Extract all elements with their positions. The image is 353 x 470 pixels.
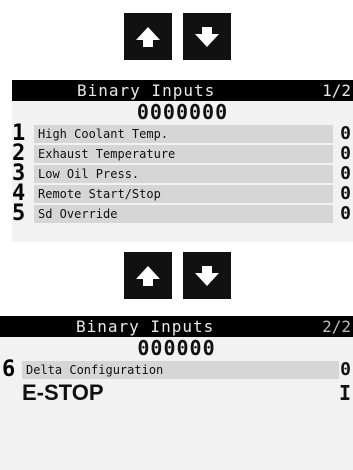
input-label: Sd Override — [34, 205, 333, 223]
input-label: Remote Start/Stop — [34, 185, 333, 203]
input-row: E-STOP I — [0, 380, 353, 406]
up-arrow-button[interactable] — [124, 252, 172, 299]
screen-header: Binary Inputs 1/2 — [12, 80, 353, 101]
binary-inputs-screen-2: Binary Inputs 2/2 000000 6 Delta Configu… — [0, 316, 353, 470]
input-row: 4 Remote Start/Stop 0 — [12, 183, 353, 205]
input-row: 6 Delta Configuration 0 — [0, 357, 353, 382]
up-arrow-button[interactable] — [124, 13, 172, 60]
input-state: 0 — [340, 143, 351, 164]
input-state: 0 — [340, 123, 351, 144]
input-state: 0 — [340, 163, 351, 184]
input-row: 5 Sd Override 0 — [12, 201, 353, 226]
input-row: 1 High Coolant Temp. 0 — [12, 123, 353, 145]
input-label: High Coolant Temp. — [34, 125, 333, 143]
input-label: Delta Configuration — [22, 361, 339, 379]
arrow-up-icon — [136, 26, 160, 47]
screen-header: Binary Inputs 2/2 — [0, 316, 353, 337]
input-row: 2 Exhaust Temperature 0 — [12, 143, 353, 165]
down-arrow-button[interactable] — [183, 13, 231, 60]
page-indicator: 2/2 — [322, 317, 351, 336]
input-row: 3 Low Oil Press. 0 — [12, 163, 353, 185]
down-arrow-button[interactable] — [183, 252, 231, 299]
arrow-down-icon — [195, 26, 219, 47]
input-state: 0 — [340, 183, 351, 204]
input-label: Low Oil Press. — [34, 165, 333, 183]
estop-label: E-STOP — [22, 380, 104, 405]
screen-title: Binary Inputs — [77, 81, 216, 100]
input-state: 0 — [340, 203, 351, 224]
binary-value: 0000000 — [136, 100, 229, 124]
binary-inputs-screen-1: Binary Inputs 1/2 0000000 1 High Coolant… — [12, 80, 353, 242]
screen-title: Binary Inputs — [76, 317, 215, 336]
input-index: 6 — [2, 357, 16, 382]
page-indicator: 1/2 — [322, 81, 351, 100]
arrow-up-icon — [136, 265, 160, 286]
input-label: Exhaust Temperature — [34, 145, 333, 163]
input-state: 0 — [340, 359, 351, 380]
input-state: I — [338, 381, 351, 405]
input-index: 5 — [12, 201, 26, 226]
arrow-down-icon — [195, 265, 219, 286]
binary-value: 000000 — [137, 336, 216, 360]
